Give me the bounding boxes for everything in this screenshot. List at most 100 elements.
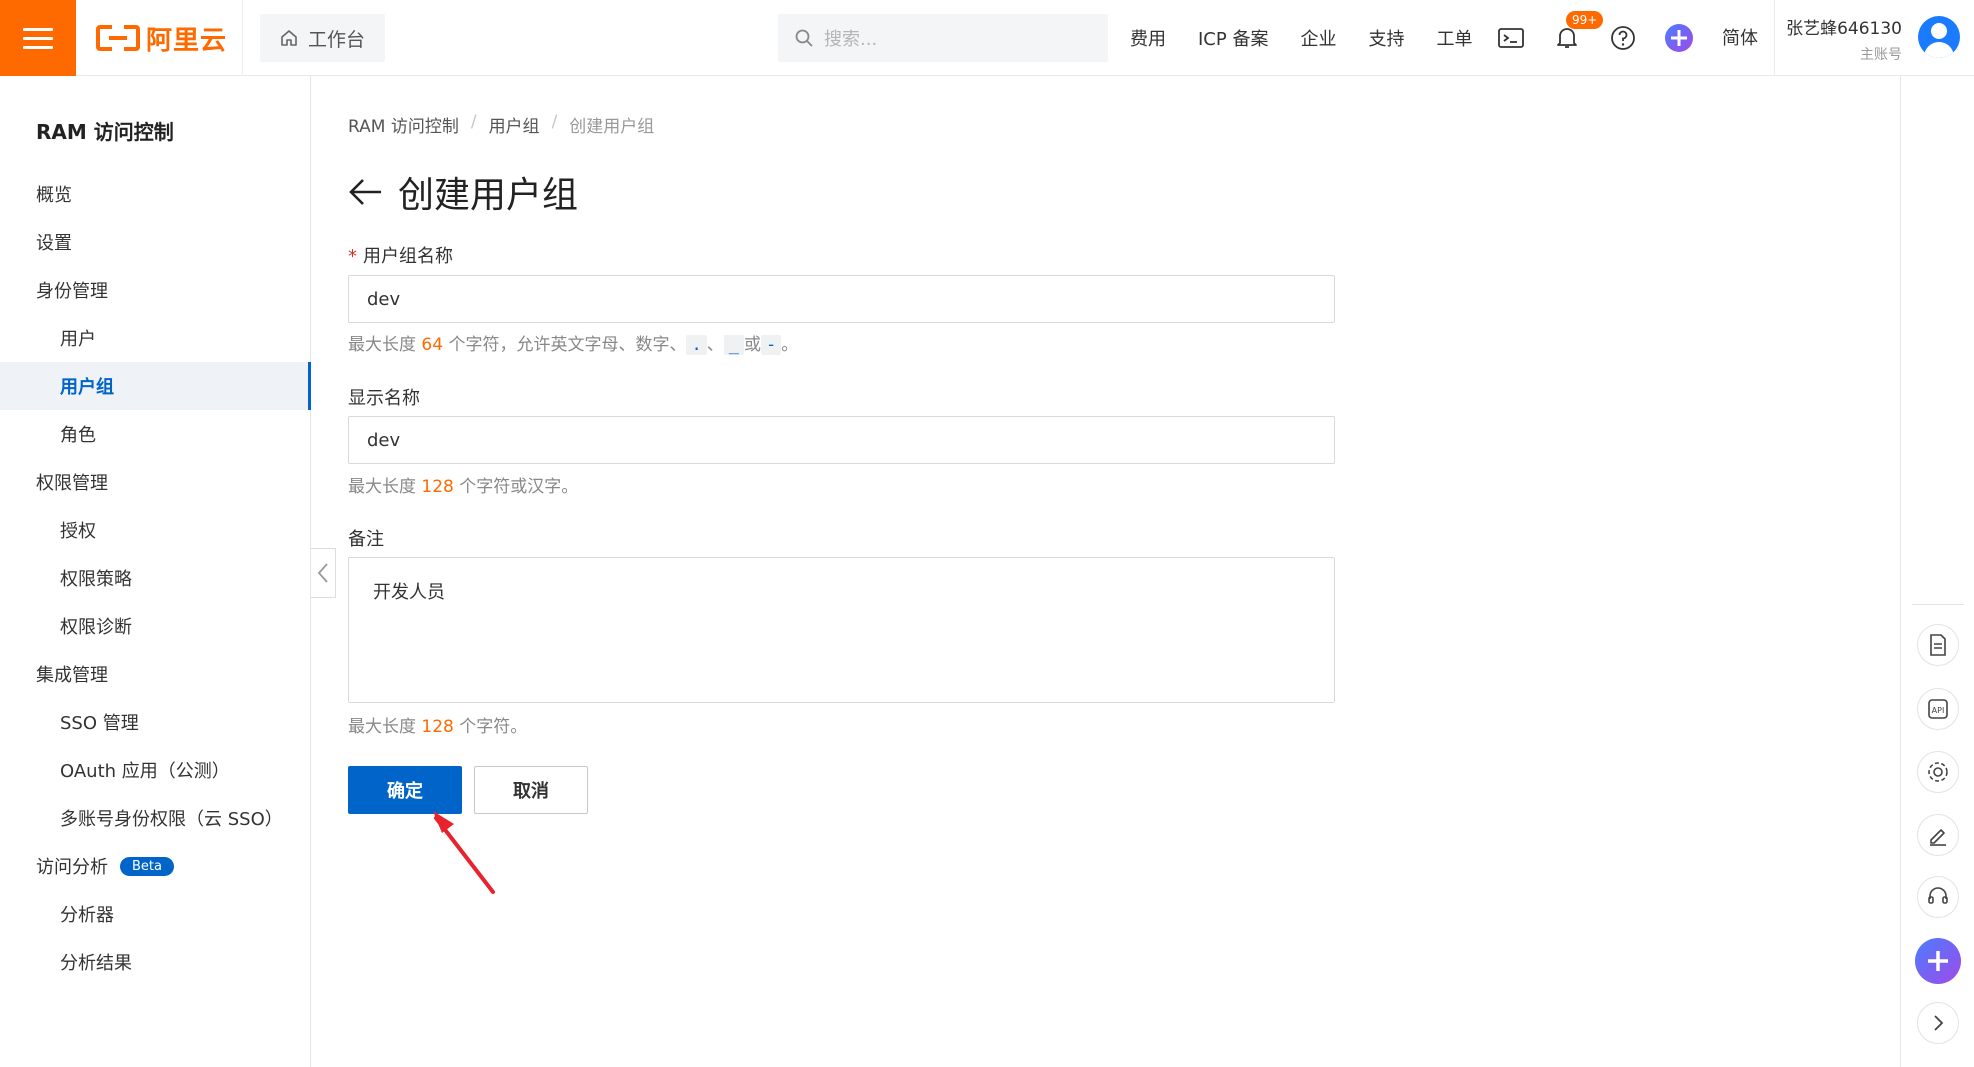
page-title: 创建用户组 — [398, 175, 579, 216]
sidebar-item-cloud-sso[interactable]: 多账号身份权限（云 SSO） — [0, 794, 311, 842]
sidebar-item-oauth-apps[interactable]: OAuth 应用（公测） — [0, 746, 311, 794]
sidebar-group-integration[interactable]: 集成管理 — [0, 650, 311, 698]
sidebar-item-roles[interactable]: 角色 — [0, 410, 311, 458]
top-link-support[interactable]: 支持 — [1368, 25, 1404, 51]
display-name-input[interactable] — [348, 416, 1335, 464]
home-icon — [281, 30, 297, 46]
breadcrumb: RAM 访问控制 / 用户组 / 创建用户组 — [348, 112, 654, 137]
help-number: 128 — [421, 717, 454, 737]
avatar-body — [1924, 42, 1954, 58]
remark-label: 备注 — [348, 529, 384, 550]
ai-assistant-plus-icon[interactable] — [1664, 23, 1694, 53]
sidebar-item-label: 权限策略 — [60, 569, 132, 590]
sidebar-item-label: 用户组 — [60, 377, 114, 398]
aliyun-logo-icon — [96, 23, 140, 55]
sidebar-group-access-analysis[interactable]: 访问分析 Beta — [0, 842, 311, 890]
display-name-help: 最大长度 128 个字符或汉字。 — [348, 472, 578, 497]
menu-icon-line — [23, 27, 53, 31]
top-link-billing[interactable]: 费用 — [1130, 25, 1166, 51]
sidebar-group-identity[interactable]: 身份管理 — [0, 266, 311, 314]
top-link-ticket[interactable]: 工单 — [1436, 25, 1472, 51]
code-chip: _ — [723, 335, 744, 355]
sidebar-item-label: SSO 管理 — [60, 713, 139, 734]
api-icon[interactable]: API — [1917, 688, 1959, 730]
sidebar-item-settings[interactable]: 设置 — [0, 218, 311, 266]
avatar-head — [1931, 23, 1947, 39]
edit-pen-icon[interactable] — [1917, 814, 1959, 856]
sidebar-item-analyzer[interactable]: 分析器 — [0, 890, 311, 938]
help-text: 、 — [706, 335, 724, 355]
sidebar-item-label: 分析结果 — [60, 953, 132, 974]
divider — [1774, 0, 1775, 76]
search-icon — [795, 29, 813, 47]
workbench-button[interactable]: 工作台 — [260, 14, 386, 62]
sidebar-item-sso[interactable]: SSO 管理 — [0, 698, 311, 746]
sidebar-item-label: 授权 — [60, 521, 96, 542]
svg-text:API: API — [1932, 706, 1945, 715]
sidebar: RAM 访问控制 概览 设置 身份管理 用户 用户组 角色 权限管理 授权 权限… — [0, 76, 311, 1067]
document-icon[interactable] — [1917, 624, 1959, 666]
sidebar-item-label: 角色 — [60, 425, 96, 446]
group-name-label: * 用户组名称 — [348, 242, 453, 268]
sidebar-item-label: 访问分析 — [36, 857, 108, 878]
divider — [1912, 604, 1964, 605]
chevron-right-icon[interactable] — [1917, 1002, 1959, 1044]
sidebar-item-analysis-results[interactable]: 分析结果 — [0, 938, 311, 986]
sidebar-item-label: 用户 — [60, 329, 96, 350]
group-name-input[interactable] — [348, 275, 1335, 323]
help-text: 最大长度 — [348, 477, 422, 497]
search-box[interactable]: 搜索... — [778, 14, 1108, 62]
menu-icon-line — [23, 36, 53, 40]
logo-text: 阿里云 — [146, 25, 228, 56]
user-name[interactable]: 张艺蜂646130 — [1786, 14, 1902, 39]
notification-bell-icon[interactable]: 99+ — [1552, 11, 1604, 53]
sidebar-item-diagnosis[interactable]: 权限诊断 — [0, 602, 311, 650]
sidebar-group-permissions[interactable]: 权限管理 — [0, 458, 311, 506]
annotation-arrow-icon — [433, 811, 495, 894]
notification-badge: 99+ — [1566, 11, 1604, 29]
breadcrumb-user-groups[interactable]: 用户组 — [489, 112, 540, 137]
help-text: 或 — [743, 335, 761, 355]
top-link-enterprise[interactable]: 企业 — [1300, 25, 1336, 51]
help-number: 128 — [421, 477, 454, 497]
breadcrumb-separator: / — [470, 112, 477, 132]
sidebar-item-grants[interactable]: 授权 — [0, 506, 311, 554]
settings-gear-icon[interactable] — [1917, 751, 1959, 793]
ai-plus-icon[interactable] — [1915, 938, 1961, 984]
sidebar-collapse-button[interactable] — [311, 548, 336, 598]
group-name-help: 最大长度 64 个字符，允许英文字母、数字、.、 _ 或 -。 — [348, 330, 798, 355]
terminal-icon[interactable] — [1496, 23, 1526, 53]
help-text: 个字符，允许英文字母、数字、 — [443, 335, 687, 355]
group-name-label-text: 用户组名称 — [363, 246, 453, 267]
help-text: 个字符。 — [453, 717, 528, 737]
help-text: 个字符或汉字。 — [453, 477, 579, 497]
back-arrow-icon[interactable] — [348, 177, 384, 207]
sidebar-item-label: OAuth 应用（公测） — [60, 761, 230, 782]
sidebar-item-user-groups[interactable]: 用户组 — [0, 362, 311, 410]
sidebar-title: RAM 访问控制 — [36, 120, 174, 144]
breadcrumb-separator: / — [551, 112, 558, 132]
customer-service-headset-icon[interactable] — [1917, 876, 1959, 918]
hamburger-menu-button[interactable] — [0, 0, 76, 76]
breadcrumb-ram[interactable]: RAM 访问控制 — [348, 112, 459, 137]
aliyun-logo[interactable]: 阿里云 — [96, 22, 228, 56]
chevron-left-icon — [317, 563, 328, 583]
remark-help: 最大长度 128 个字符。 — [348, 712, 527, 737]
remark-textarea[interactable]: 开发人员 — [348, 557, 1335, 703]
sidebar-item-label: 权限管理 — [36, 473, 108, 494]
sidebar-item-label: 多账号身份权限（云 SSO） — [60, 809, 283, 830]
sidebar-item-label: 设置 — [36, 233, 72, 254]
sidebar-item-label: 身份管理 — [36, 281, 108, 302]
page-header: 创建用户组 — [348, 166, 578, 218]
language-switch[interactable]: 简体 — [1722, 24, 1758, 50]
user-avatar[interactable] — [1918, 16, 1960, 58]
sidebar-item-policies[interactable]: 权限策略 — [0, 554, 311, 602]
top-links: 费用 ICP 备案 企业 支持 工单 — [1130, 0, 1504, 76]
top-link-icp[interactable]: ICP 备案 — [1198, 25, 1268, 51]
help-icon[interactable] — [1608, 23, 1638, 53]
menu-icon-line — [23, 45, 53, 49]
sidebar-item-overview[interactable]: 概览 — [0, 170, 311, 218]
sidebar-item-users[interactable]: 用户 — [0, 314, 311, 362]
right-tool-rail — [1900, 76, 1974, 1067]
code-chip: - — [760, 335, 782, 355]
